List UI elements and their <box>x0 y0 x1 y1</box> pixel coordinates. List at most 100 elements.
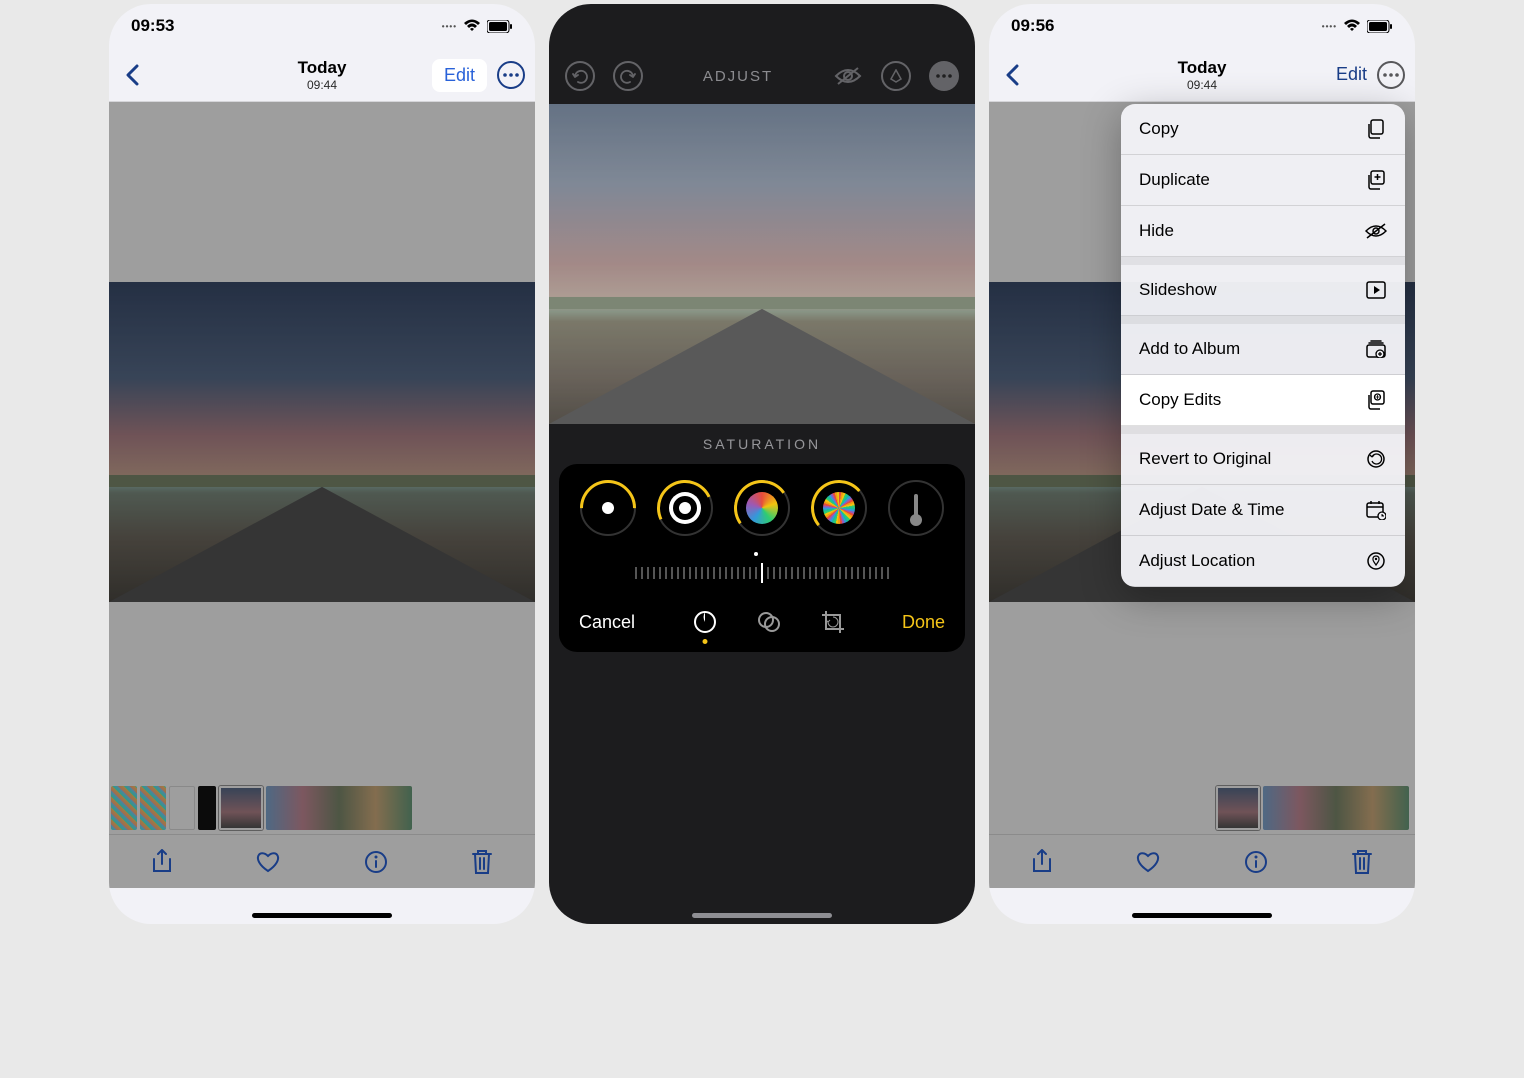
control-panel: Cancel Done <box>559 464 965 652</box>
edit-button[interactable]: Edit <box>1336 64 1367 85</box>
edit-mode-title: ADJUST <box>703 68 773 85</box>
menu-item-label: Slideshow <box>1139 280 1217 300</box>
back-button[interactable] <box>999 64 1025 86</box>
nav-subtitle: 09:44 <box>1178 78 1227 92</box>
menu-item-adjust-date-time[interactable]: Adjust Date & Time <box>1121 485 1405 536</box>
cellular-dots-icon: •••• <box>442 22 457 31</box>
exposure-dial[interactable] <box>657 480 713 536</box>
thumbnail[interactable] <box>169 786 195 830</box>
ellipsis-icon <box>1383 73 1399 77</box>
more-options-button[interactable] <box>497 61 525 89</box>
pen-icon <box>889 69 903 83</box>
undo-button[interactable] <box>565 61 595 91</box>
favorite-button[interactable] <box>256 851 280 873</box>
trash-icon <box>1351 849 1373 875</box>
menu-item-hide[interactable]: Hide <box>1121 206 1405 257</box>
hide-icon <box>1365 220 1387 242</box>
heart-icon <box>256 851 280 873</box>
wifi-icon <box>1343 19 1361 33</box>
menu-item-copy-edits[interactable]: Copy Edits <box>1121 375 1405 426</box>
album-icon <box>1365 338 1387 360</box>
info-button[interactable] <box>364 850 388 874</box>
status-time: 09:53 <box>131 16 174 36</box>
menu-item-label: Adjust Location <box>1139 551 1255 571</box>
adjust-tab[interactable] <box>691 608 719 636</box>
menu-item-adjust-location[interactable]: Adjust Location <box>1121 536 1405 587</box>
thumbnail-current[interactable] <box>219 786 263 830</box>
thumbnail[interactable] <box>140 786 166 830</box>
edit-button[interactable]: Edit <box>432 59 487 92</box>
eye-off-icon <box>834 66 862 86</box>
filters-tab[interactable] <box>755 608 783 636</box>
compare-button[interactable] <box>833 61 863 91</box>
duplicate-icon <box>1365 169 1387 191</box>
delete-button[interactable] <box>471 849 493 875</box>
menu-item-slideshow[interactable]: Slideshow <box>1121 265 1405 316</box>
redo-button[interactable] <box>613 61 643 91</box>
photo-image <box>549 104 975 424</box>
delete-button[interactable] <box>1351 849 1373 875</box>
bottom-toolbar <box>109 834 535 888</box>
menu-item-label: Copy <box>1139 119 1179 139</box>
info-button[interactable] <box>1244 850 1268 874</box>
heart-icon <box>1136 851 1160 873</box>
back-button[interactable] <box>119 64 145 86</box>
thumbnail[interactable] <box>111 786 137 830</box>
share-button[interactable] <box>151 849 173 875</box>
more-options-button[interactable] <box>1377 61 1405 89</box>
brilliance-dial[interactable] <box>580 480 636 536</box>
menu-item-label: Duplicate <box>1139 170 1210 190</box>
cellular-dots-icon: •••• <box>1322 22 1337 31</box>
saturation-dial[interactable] <box>734 480 790 536</box>
screenshot-2-edit-mode: ADJUST SATURATION <box>549 4 975 924</box>
thumbnail[interactable] <box>198 786 216 830</box>
menu-item-copy[interactable]: Copy <box>1121 104 1405 155</box>
menu-item-label: Hide <box>1139 221 1174 241</box>
home-indicator <box>1132 913 1272 918</box>
share-icon <box>1031 849 1053 875</box>
chevron-left-icon <box>125 64 139 86</box>
edit-photo-viewport[interactable] <box>549 104 975 424</box>
undo-icon <box>572 68 588 84</box>
edit-bottom-bar: Cancel Done <box>569 608 955 636</box>
bottom-toolbar <box>989 834 1415 888</box>
status-bar: 09:53 •••• <box>109 4 535 48</box>
thumbnail-strip[interactable] <box>989 782 1415 834</box>
filters-icon <box>756 609 782 635</box>
thumbnail-strip[interactable] <box>109 782 535 834</box>
screenshot-3-context-menu: 09:56 •••• Today 09:44 Edit <box>989 4 1415 924</box>
navigation-bar: Today 09:44 Edit <box>989 48 1415 102</box>
thumbnail-current[interactable] <box>1216 786 1260 830</box>
context-menu: Copy Duplicate Hide Slideshow Add to AlbumCo… <box>1121 104 1405 587</box>
markup-button[interactable] <box>881 61 911 91</box>
edit-top-bar: ADJUST <box>549 48 975 104</box>
menu-item-duplicate[interactable]: Duplicate <box>1121 155 1405 206</box>
adjustment-name: SATURATION <box>549 424 975 464</box>
revert-icon <box>1365 448 1387 470</box>
warmth-dial[interactable] <box>888 480 944 536</box>
menu-item-label: Adjust Date & Time <box>1139 500 1285 520</box>
crop-icon <box>820 609 846 635</box>
menu-item-revert-to-original[interactable]: Revert to Original <box>1121 434 1405 485</box>
more-plugins-button[interactable] <box>929 61 959 91</box>
slider-ruler[interactable] <box>569 558 955 588</box>
thumbnail-group[interactable] <box>266 786 412 830</box>
done-button[interactable]: Done <box>902 612 945 633</box>
copyedits-icon <box>1365 389 1387 411</box>
redo-icon <box>620 68 636 84</box>
copy-icon <box>1365 118 1387 140</box>
menu-item-add-to-album[interactable]: Add to Album <box>1121 324 1405 375</box>
battery-icon <box>1367 20 1393 33</box>
wifi-icon <box>463 19 481 33</box>
photo-viewport[interactable] <box>109 102 535 782</box>
nav-title: Today <box>298 58 347 78</box>
nav-subtitle: 09:44 <box>298 78 347 92</box>
thumbnail-group[interactable] <box>1263 786 1409 830</box>
favorite-button[interactable] <box>1136 851 1160 873</box>
status-time: 09:56 <box>1011 16 1054 36</box>
status-indicators: •••• <box>442 19 513 33</box>
cancel-button[interactable]: Cancel <box>579 612 635 633</box>
crop-tab[interactable] <box>819 608 847 636</box>
vibrance-dial[interactable] <box>811 480 867 536</box>
share-button[interactable] <box>1031 849 1053 875</box>
